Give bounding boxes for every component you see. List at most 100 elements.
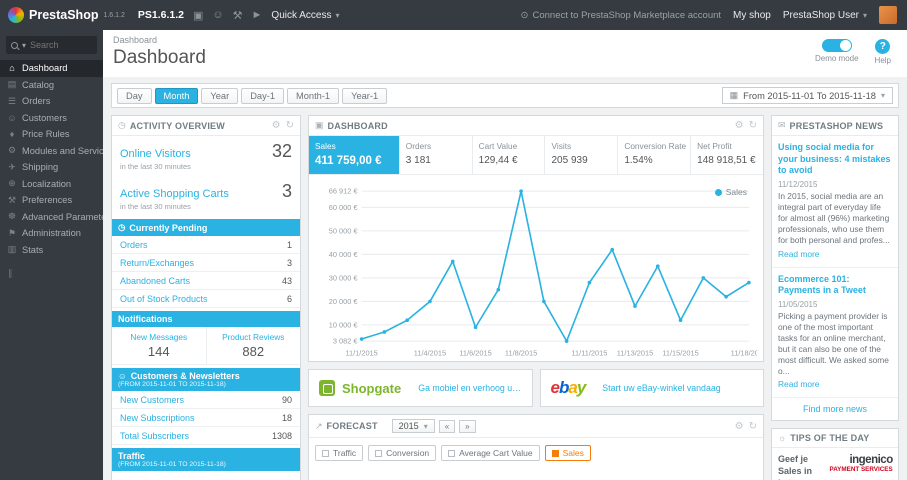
kpi-conversion-rate-tab[interactable]: Conversion Rate 1.54% bbox=[618, 136, 692, 174]
user-menu[interactable]: PrestaShop User ▾ bbox=[783, 10, 867, 21]
forecast-next-button[interactable]: » bbox=[459, 419, 476, 433]
chart-legend[interactable]: Sales bbox=[714, 187, 747, 197]
find-more-news-link[interactable]: Find more news bbox=[772, 398, 898, 420]
search-input[interactable] bbox=[30, 40, 89, 50]
returns-link[interactable]: Return/Exchanges bbox=[120, 258, 194, 268]
forecast-traffic-toggle[interactable]: Traffic bbox=[315, 445, 364, 462]
prestashop-logo[interactable]: PrestaShop 1.6.1.2 bbox=[8, 7, 125, 23]
news-article-excerpt: Picking a payment provider is one of the… bbox=[778, 310, 889, 377]
sidebar-item-modules[interactable]: ⚙ Modules and Services bbox=[0, 143, 103, 160]
chip-label: Conversion bbox=[386, 448, 430, 459]
cart-icon[interactable]: ▣ bbox=[193, 9, 203, 22]
collapse-menu-icon[interactable]: ∥ bbox=[0, 258, 103, 289]
filter-month-button[interactable]: Month bbox=[154, 87, 199, 104]
forecast-prev-button[interactable]: « bbox=[438, 419, 456, 433]
dashboard-panel: ▣ DASHBOARD ⚙ ↻ Sales 411 759,00 € Order… bbox=[308, 115, 764, 363]
marketplace-link[interactable]: ⊙ Connect to PrestaShop Marketplace acco… bbox=[521, 10, 722, 21]
shipping-icon: ✈ bbox=[8, 161, 16, 172]
sidebar-item-price-rules[interactable]: ♦ Price Rules bbox=[0, 126, 103, 143]
active-carts-link[interactable]: Active Shopping Carts bbox=[120, 188, 229, 200]
sidebar-item-preferences[interactable]: ⚒ Preferences bbox=[0, 192, 103, 209]
gear-icon[interactable]: ⚙ bbox=[735, 421, 744, 432]
avatar[interactable] bbox=[879, 6, 897, 24]
filter-year-1-button[interactable]: Year-1 bbox=[342, 87, 388, 104]
total-subscribers-link[interactable]: Total Subscribers bbox=[120, 431, 189, 441]
filter-month-1-button[interactable]: Month-1 bbox=[287, 87, 340, 104]
forecast-average-cart-value-toggle[interactable]: Average Cart Value bbox=[441, 445, 540, 462]
news-article-title-link[interactable]: Using social media for your business: 4 … bbox=[778, 142, 892, 177]
out-of-stock-row: Out of Stock Products 6 bbox=[112, 290, 300, 308]
sidebar-item-shipping[interactable]: ✈ Shipping bbox=[0, 159, 103, 176]
date-range-picker[interactable]: ▦ From 2015-11-01 To 2015-11-18 ▾ bbox=[721, 87, 893, 104]
sidebar-item-label: Localization bbox=[22, 178, 72, 189]
sidebar: ▾ ⌂ Dashboard ▤ Catalog ☰ Orders ☺ Customers… bbox=[0, 30, 103, 480]
kpi-net-profit-tab[interactable]: Net Profit 148 918,51 € bbox=[691, 136, 763, 174]
ingenico-logo-subtext: Payment services bbox=[829, 466, 893, 474]
svg-text:11/8/2015: 11/8/2015 bbox=[505, 348, 537, 357]
date-range-label: From 2015-11-01 To 2015-11-18 bbox=[743, 90, 876, 101]
kpi-cart-value-tab[interactable]: Cart Value 129,44 € bbox=[473, 136, 546, 174]
svg-text:10 000 €: 10 000 € bbox=[329, 320, 358, 329]
wrench-icon[interactable]: ⚒ bbox=[233, 9, 243, 22]
new-subscriptions-link[interactable]: New Subscriptions bbox=[120, 413, 195, 423]
sidebar-item-administration[interactable]: ⚑ Administration bbox=[0, 225, 103, 242]
filter-day-button[interactable]: Day bbox=[117, 87, 152, 104]
help-button[interactable]: ? Help bbox=[875, 39, 891, 65]
kpi-label: Sales bbox=[315, 141, 336, 151]
kpi-orders-tab[interactable]: Orders 3 181 bbox=[400, 136, 473, 174]
news-panel-title: PRESTASHOP NEWS bbox=[789, 120, 884, 131]
demo-mode-toggle[interactable]: Demo mode bbox=[815, 39, 859, 63]
sidebar-item-stats[interactable]: ▥ Stats bbox=[0, 242, 103, 259]
tips-headline-row: Geef je Sales in het buitenland een Boos… bbox=[772, 448, 898, 480]
toggle-switch[interactable] bbox=[821, 39, 852, 52]
user-name: PrestaShop User bbox=[782, 9, 859, 21]
ebay-link[interactable]: Start uw eBay-winkel vandaag bbox=[602, 383, 720, 393]
pending-orders-link[interactable]: Orders bbox=[120, 240, 148, 250]
gear-icon[interactable]: ⚙ bbox=[735, 120, 744, 131]
stats-icon: ▥ bbox=[7, 244, 17, 255]
sidebar-item-orders[interactable]: ☰ Orders bbox=[0, 93, 103, 110]
breadcrumb[interactable]: Dashboard bbox=[113, 35, 206, 45]
kpi-visits-tab[interactable]: Visits 205 939 bbox=[545, 136, 619, 174]
sidebar-item-advanced-parameters[interactable]: ☸ Advanced Parameters bbox=[0, 209, 103, 226]
sidebar-item-localization[interactable]: ⊕ Localization bbox=[0, 176, 103, 193]
customer-icon[interactable]: ☺ bbox=[212, 9, 223, 21]
legend-dot-icon bbox=[714, 188, 722, 196]
forecast-sales-toggle[interactable]: Sales bbox=[544, 445, 591, 462]
abandoned-carts-link[interactable]: Abandoned Carts bbox=[120, 276, 190, 286]
sidebar-item-customers[interactable]: ☺ Customers bbox=[0, 110, 103, 127]
my-shop-link[interactable]: My shop bbox=[733, 10, 771, 21]
returns-row: Return/Exchanges 3 bbox=[112, 254, 300, 272]
sidebar-item-catalog[interactable]: ▤ Catalog bbox=[0, 77, 103, 94]
shop-name-link[interactable]: PS1.6.1.2 bbox=[138, 9, 184, 21]
forecast-conversion-toggle[interactable]: Conversion bbox=[368, 445, 437, 462]
rocket-icon[interactable]: ► bbox=[252, 9, 263, 21]
refresh-icon[interactable]: ↻ bbox=[286, 120, 294, 131]
advanced-parameters-icon: ☸ bbox=[7, 211, 17, 222]
online-visitors-link[interactable]: Online Visitors bbox=[120, 148, 191, 160]
home-icon: ⌂ bbox=[9, 63, 15, 74]
gear-icon[interactable]: ⚙ bbox=[272, 120, 281, 131]
sidebar-search[interactable]: ▾ bbox=[6, 36, 97, 54]
out-of-stock-link[interactable]: Out of Stock Products bbox=[120, 294, 208, 304]
abandoned-carts-row: Abandoned Carts 43 bbox=[112, 272, 300, 290]
new-messages-cell[interactable]: New Messages 144 bbox=[112, 327, 206, 364]
filter-year-button[interactable]: Year bbox=[201, 87, 239, 104]
read-more-link[interactable]: Read more bbox=[778, 379, 819, 389]
filter-day-1-button[interactable]: Day-1 bbox=[241, 87, 284, 104]
news-article-title-link[interactable]: Ecommerce 101: Payments in a Tweet bbox=[778, 274, 892, 297]
logo-version: 1.6.1.2 bbox=[103, 11, 125, 19]
refresh-icon[interactable]: ↻ bbox=[749, 120, 757, 131]
kpi-value: 1.54% bbox=[624, 155, 653, 166]
quick-access-menu[interactable]: Quick Access ▾ bbox=[271, 10, 339, 21]
shopgate-link[interactable]: Ga mobiel en verhoog uw omzet bbox=[418, 383, 521, 393]
google-analytics-link[interactable]: ↗ Link to your Google Analytics account bbox=[112, 471, 300, 480]
kpi-sales-tab[interactable]: Sales 411 759,00 € bbox=[309, 136, 400, 174]
refresh-icon[interactable]: ↻ bbox=[749, 421, 757, 432]
forecast-year-select[interactable]: 2015 ▾ bbox=[391, 419, 435, 434]
new-customers-link[interactable]: New Customers bbox=[120, 395, 184, 405]
read-more-link[interactable]: Read more bbox=[778, 249, 819, 259]
product-reviews-cell[interactable]: Product Reviews 882 bbox=[205, 327, 301, 364]
sidebar-item-dashboard[interactable]: ⌂ Dashboard bbox=[0, 60, 103, 77]
header-tools: Demo mode ? Help bbox=[815, 35, 897, 69]
